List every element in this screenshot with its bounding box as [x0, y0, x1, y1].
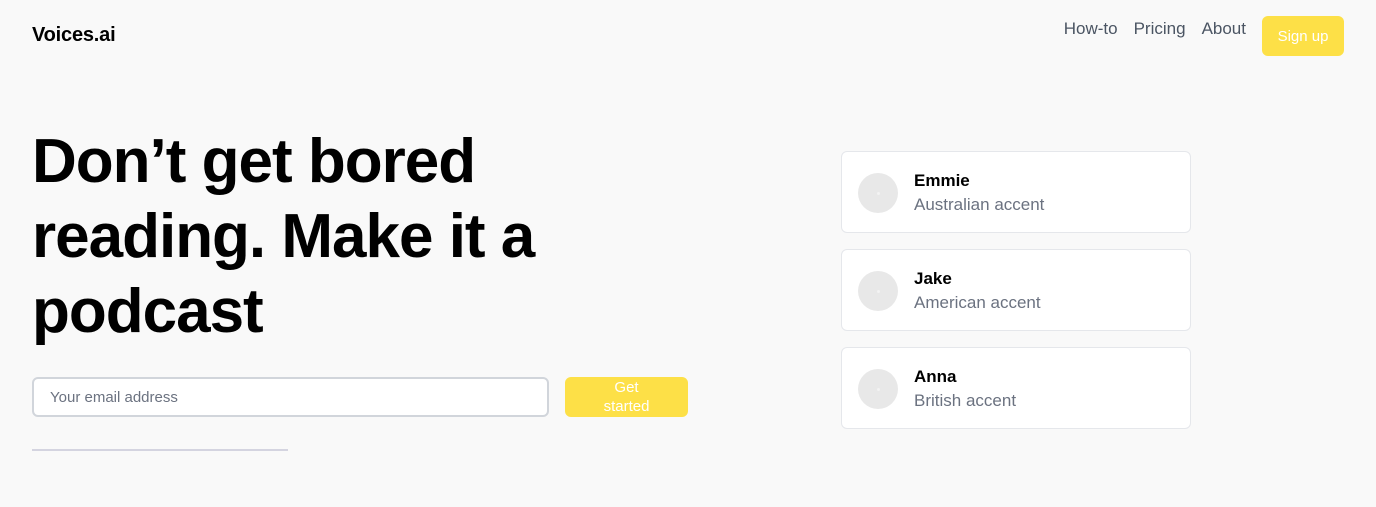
voice-card-emmie[interactable]: Emmie Australian accent	[841, 151, 1191, 233]
landing-page: Voices.ai How-to Pricing About Sign up D…	[0, 0, 1376, 507]
email-signup-form: Get started	[32, 377, 688, 417]
nav-link-about[interactable]: About	[1202, 17, 1246, 41]
nav-link-pricing[interactable]: Pricing	[1134, 17, 1186, 41]
email-input[interactable]	[32, 377, 549, 417]
voice-list: Emmie Australian accent Jake American ac…	[841, 151, 1191, 445]
logo[interactable]: Voices.ai	[32, 24, 116, 47]
top-nav: How-to Pricing About Sign up	[1064, 16, 1344, 56]
hero-headline: Don’t get bored reading. Make it a podca…	[32, 127, 535, 346]
divider	[32, 449, 288, 451]
voice-accent: American accent	[914, 293, 1041, 312]
voice-accent: Australian accent	[914, 195, 1045, 214]
nav-link-how-to[interactable]: How-to	[1064, 17, 1118, 41]
voice-name: Jake	[914, 269, 952, 288]
voice-name: Emmie	[914, 171, 970, 190]
voice-card-anna[interactable]: Anna British accent	[841, 347, 1191, 429]
voice-card-jake[interactable]: Jake American accent	[841, 249, 1191, 331]
avatar	[858, 271, 898, 311]
voice-name: Anna	[914, 367, 957, 386]
sign-up-button[interactable]: Sign up	[1262, 16, 1344, 56]
avatar	[858, 369, 898, 409]
get-started-button[interactable]: Get started	[565, 377, 688, 417]
voice-accent: British accent	[914, 391, 1017, 410]
avatar	[858, 173, 898, 213]
